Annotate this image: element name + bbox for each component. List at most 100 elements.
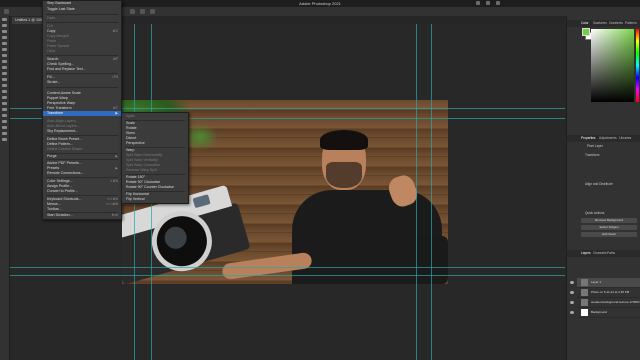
submenu-item-again[interactable]: Again: [126, 114, 135, 119]
shortcut-fill: ⇧F5: [111, 75, 118, 79]
submenu-item-perspective[interactable]: Perspective: [126, 141, 145, 146]
type-tool-icon[interactable]: [2, 114, 7, 117]
menu-item-toggle-last-state[interactable]: Toggle Last State: [47, 7, 75, 12]
layer-thumbnail: [581, 309, 588, 316]
menu-separator: [46, 22, 118, 23]
properties-panel-tabs: Properties Adjustments Libraries: [567, 135, 640, 142]
distribute-icon[interactable]: [140, 9, 145, 14]
tab-layers[interactable]: Layers: [581, 251, 591, 255]
menu-item-sky-replacement[interactable]: Sky Replacement...: [47, 129, 78, 134]
frame-tool-icon[interactable]: [2, 48, 7, 51]
pixel-layer-label: Pixel Layer: [587, 144, 603, 148]
menu-separator: [46, 159, 118, 160]
shortcut-menus: ⌥⇧⌘M: [105, 202, 118, 206]
menu-separator: [46, 135, 118, 136]
menu-separator: [46, 73, 118, 74]
guide-vertical[interactable]: [431, 24, 432, 360]
home-icon[interactable]: [476, 1, 480, 5]
eye-icon[interactable]: [570, 291, 574, 294]
menu-item-remote-connections[interactable]: Remote Connections...: [47, 171, 84, 176]
layer-row[interactable]: Background: [570, 308, 640, 318]
tab-gradients[interactable]: Gradients: [609, 21, 623, 25]
path-select-icon[interactable]: [2, 120, 7, 123]
tab-libraries[interactable]: Libraries: [619, 136, 631, 140]
eraser-tool-icon[interactable]: [2, 84, 7, 87]
foreground-color-swatch[interactable]: [582, 28, 590, 36]
edit-stack-button[interactable]: Edit Stack: [581, 232, 637, 237]
transform-submenu: Again Scale Rotate Skew Distort Perspect…: [121, 112, 189, 204]
align-section-label: Align and Distribute: [585, 182, 613, 186]
move-tool-icon[interactable]: [4, 9, 9, 14]
crop-tool-icon[interactable]: [2, 42, 7, 45]
beard: [326, 162, 362, 188]
workspace-icon[interactable]: [496, 1, 500, 5]
layer-thumbnail: [581, 299, 588, 306]
submenu-item-remove-split[interactable]: Remove Warp Split: [126, 168, 157, 173]
brush-tool-icon[interactable]: [2, 66, 7, 69]
pen-tool-icon[interactable]: [2, 108, 7, 111]
tab-swatches[interactable]: Swatches: [593, 21, 607, 25]
remove-background-button[interactable]: Remove Background: [581, 218, 637, 223]
marquee-tool-icon[interactable]: [2, 24, 7, 27]
lasso-tool-icon[interactable]: [2, 30, 7, 33]
layer-thumbnail: [581, 289, 588, 296]
menu-item-start-dictation[interactable]: Start Dictation...: [47, 213, 73, 218]
shape-tool-icon[interactable]: [2, 126, 7, 129]
blur-tool-icon[interactable]: [2, 96, 7, 99]
healing-brush-icon[interactable]: [2, 60, 7, 63]
move-tool-icon[interactable]: [2, 18, 7, 21]
layer-name: Layer 1: [591, 280, 602, 284]
eye-icon[interactable]: [570, 301, 574, 304]
menu-separator: [46, 153, 118, 154]
shortcut-search: ⌘F: [112, 57, 118, 61]
3d-mode-icon[interactable]: [150, 9, 155, 14]
menu-item-convert-profile[interactable]: Convert to Profile...: [47, 189, 78, 194]
menu-item-clear[interactable]: Clear: [47, 49, 56, 54]
eyedropper-tool-icon[interactable]: [2, 54, 7, 57]
menu-item-stroke[interactable]: Stroke...: [47, 80, 60, 85]
tab-properties[interactable]: Properties: [581, 136, 596, 140]
zoom-tool-icon[interactable]: [2, 138, 7, 141]
select-subject-button[interactable]: Select Subject: [581, 225, 637, 230]
layers-panel-tabs: Layers Channels Paths: [567, 250, 640, 257]
guide-horizontal[interactable]: [10, 275, 565, 276]
eye-icon[interactable]: [570, 311, 574, 314]
layer-row[interactable]: Layer 1: [570, 278, 640, 288]
dodge-tool-icon[interactable]: [2, 102, 7, 105]
align-icon[interactable]: [130, 9, 135, 14]
transform-section-label: Transform: [585, 153, 600, 157]
menu-item-step-backward[interactable]: Step Backward: [47, 1, 71, 6]
quick-select-tool-icon[interactable]: [2, 36, 7, 39]
history-brush-icon[interactable]: [2, 78, 7, 81]
submenu-arrow-icon: ▶: [115, 111, 118, 115]
right-panels: Color Swatches Gradients Patterns Proper…: [566, 16, 640, 360]
hue-slider[interactable]: [636, 29, 639, 102]
submenu-item-flip-vertical[interactable]: Flip Vertical: [126, 197, 145, 202]
eye-icon[interactable]: [570, 281, 574, 284]
edit-menu-dropdown: Step Backward Toggle Last State Fade... …: [42, 0, 122, 220]
color-picker-field[interactable]: [591, 29, 634, 102]
gradient-tool-icon[interactable]: [2, 90, 7, 93]
layer-row[interactable]: wooden-background-texture-170560: [570, 298, 640, 308]
layer-name: Photo on 5-11-21 at 4.45 PM: [591, 290, 630, 294]
layer-name: Background: [591, 310, 608, 314]
hair: [320, 130, 368, 150]
tab-paths[interactable]: Paths: [607, 251, 615, 255]
menu-item-define-custom-shape[interactable]: Define Custom Shape...: [47, 147, 85, 152]
menu-item-transform[interactable]: Transform: [47, 111, 63, 116]
hand-tool-icon[interactable]: [2, 132, 7, 135]
tab-patterns[interactable]: Patterns: [625, 21, 637, 25]
menu-separator: [46, 177, 118, 178]
submenu-item-rotate-90-ccw[interactable]: Rotate 90° Counter Clockwise: [126, 185, 174, 190]
clone-stamp-icon[interactable]: [2, 72, 7, 75]
menu-item-find-replace[interactable]: Find and Replace Text...: [47, 67, 86, 72]
guide-vertical[interactable]: [416, 24, 417, 360]
menu-item-fade[interactable]: Fade...: [47, 16, 58, 21]
search-icon[interactable]: [486, 1, 490, 5]
layer-row[interactable]: Photo on 5-11-21 at 4.45 PM: [570, 288, 640, 298]
tab-channels[interactable]: Channels: [593, 251, 606, 255]
tab-adjustments[interactable]: Adjustments: [599, 136, 617, 140]
menu-separator: [46, 195, 118, 196]
tab-color[interactable]: Color: [581, 21, 589, 25]
guide-horizontal[interactable]: [10, 267, 565, 268]
